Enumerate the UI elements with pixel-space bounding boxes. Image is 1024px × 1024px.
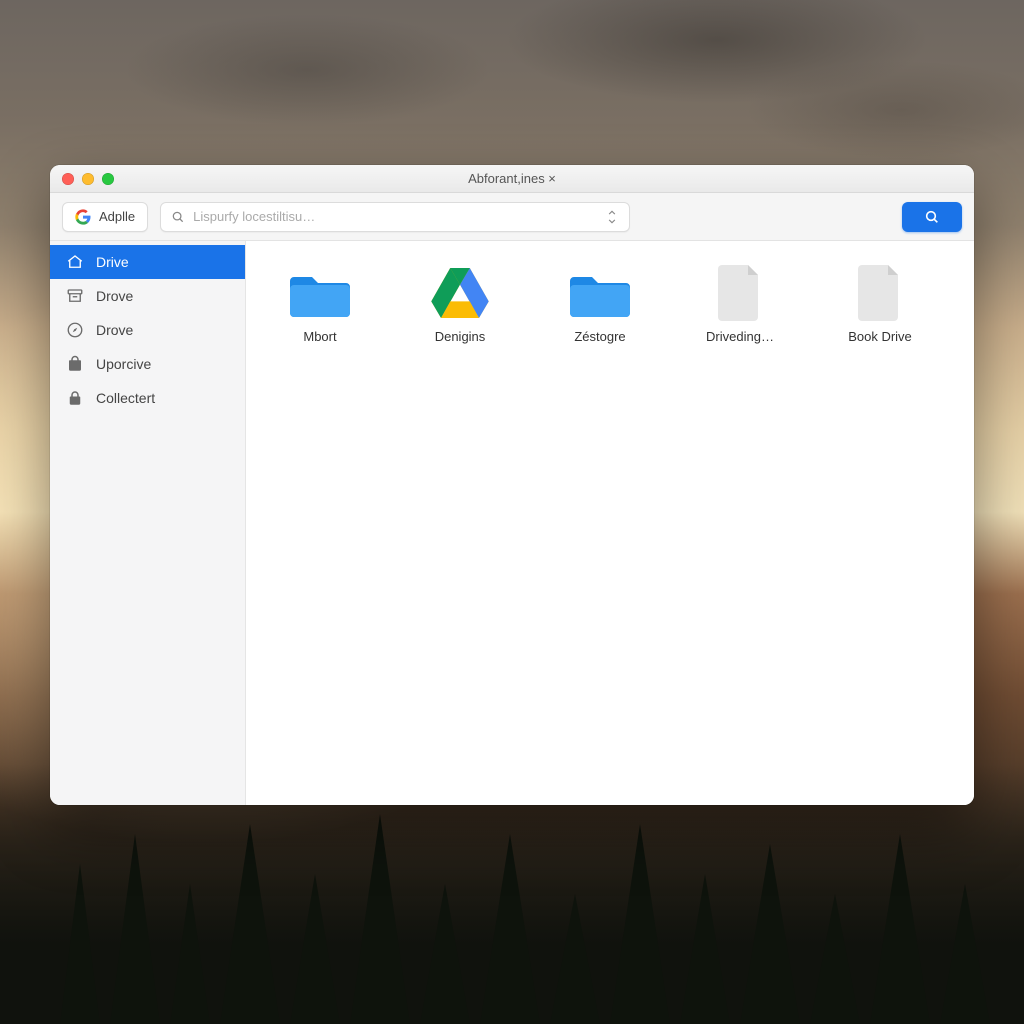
sidebar-item-collectert[interactable]: Collectert (50, 381, 245, 415)
file-label: Book Drive (848, 329, 912, 344)
folder-icon (568, 265, 632, 321)
zoom-window-button[interactable] (102, 173, 114, 185)
titlebar[interactable]: Abforant,ines × (50, 165, 974, 193)
file-item[interactable]: Book Drive (830, 261, 930, 348)
window-title: Abforant,ines × (50, 171, 974, 186)
minimize-window-button[interactable] (82, 173, 94, 185)
sidebar-item-uporcive[interactable]: Uporcive (50, 347, 245, 381)
app-window: Abforant,ines × Adplle (50, 165, 974, 805)
account-button[interactable]: Adplle (62, 202, 148, 232)
file-label: Denigins (435, 329, 486, 344)
home-icon (66, 253, 84, 271)
desktop-wallpaper: Abforant,ines × Adplle (0, 0, 1024, 1024)
file-item[interactable]: Driveding… (690, 261, 790, 348)
sidebar-item-label: Drove (96, 322, 133, 338)
sidebar-item-drove[interactable]: Drove (50, 279, 245, 313)
content-area[interactable]: Mbort Denigins Zéstogre Driveding… Book Driv… (246, 241, 974, 805)
sidebar-item-drive[interactable]: Drive (50, 245, 245, 279)
sidebar-item-label: Drive (96, 254, 129, 270)
search-field[interactable] (160, 202, 630, 232)
document-icon (708, 265, 772, 321)
window-body: Drive Drove Drove Uporcive Collectert Mbort D… (50, 241, 974, 805)
window-controls (50, 173, 114, 185)
compass-icon (66, 321, 84, 339)
search-icon (171, 210, 185, 224)
search-button[interactable] (902, 202, 962, 232)
sidebar: Drive Drove Drove Uporcive Collectert (50, 241, 246, 805)
drive-icon (428, 265, 492, 321)
bag-icon (66, 355, 84, 373)
file-label: Mbort (303, 329, 336, 344)
lock-icon (66, 389, 84, 407)
file-label: Driveding… (706, 329, 774, 344)
search-input[interactable] (193, 209, 597, 224)
folder-icon (288, 265, 352, 321)
sidebar-item-label: Uporcive (96, 356, 151, 372)
google-g-icon (75, 209, 91, 225)
file-label: Zéstogre (574, 329, 625, 344)
file-item[interactable]: Denigins (410, 261, 510, 348)
archive-icon (66, 287, 84, 305)
sidebar-item-label: Collectert (96, 390, 155, 406)
search-icon (924, 209, 940, 225)
file-item[interactable]: Mbort (270, 261, 370, 348)
close-window-button[interactable] (62, 173, 74, 185)
toolbar: Adplle (50, 193, 974, 241)
sidebar-item-drove[interactable]: Drove (50, 313, 245, 347)
document-icon (848, 265, 912, 321)
account-label: Adplle (99, 209, 135, 224)
updown-icon[interactable] (605, 209, 619, 225)
sidebar-item-label: Drove (96, 288, 133, 304)
file-item[interactable]: Zéstogre (550, 261, 650, 348)
